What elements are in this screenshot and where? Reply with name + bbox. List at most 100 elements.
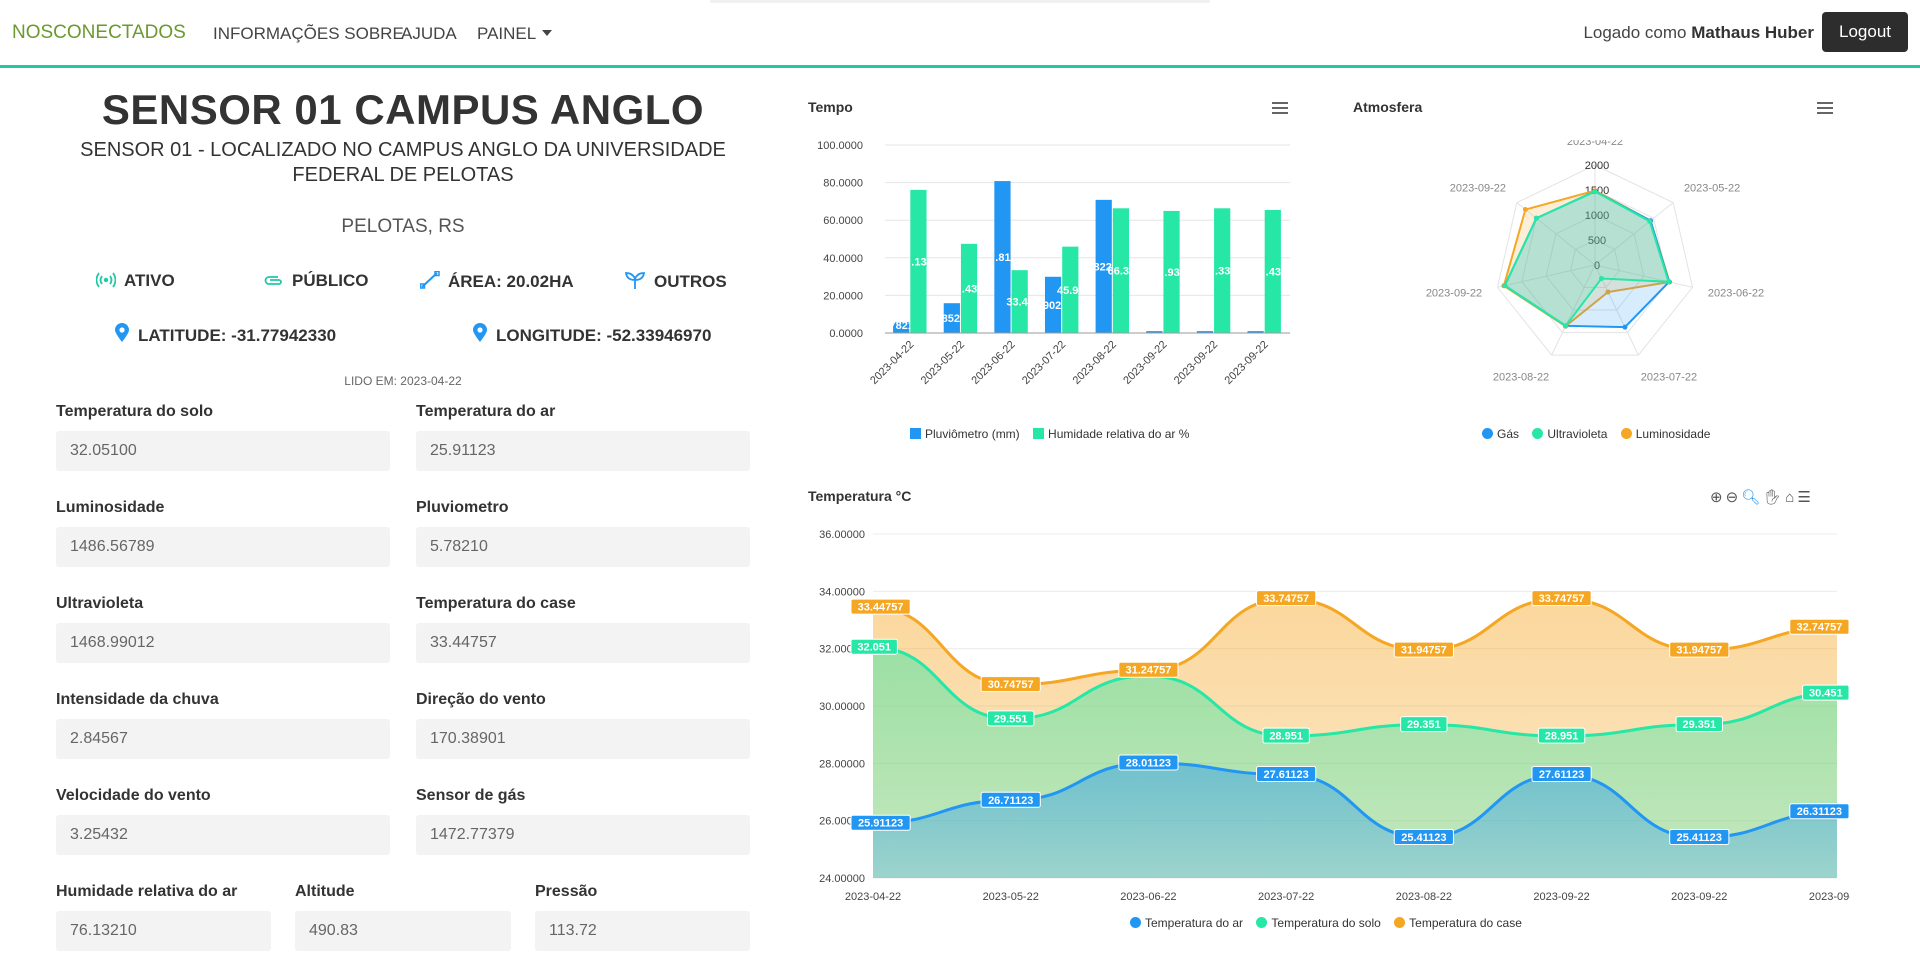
- home-reset-icon[interactable]: ⌂: [1785, 489, 1797, 506]
- radar-point[interactable]: [1533, 215, 1539, 221]
- nav-info-link[interactable]: INFORMAÇÕES SOBRE: [213, 24, 404, 44]
- data-label: 25.41123: [1401, 832, 1446, 844]
- field-label: Pluviometro: [416, 499, 509, 516]
- radar-point[interactable]: [1502, 283, 1508, 289]
- y-tick-label: 30.00000: [819, 701, 865, 713]
- data-label: 25.91123: [858, 818, 903, 830]
- field-value[interactable]: 1472.77379: [416, 815, 750, 855]
- pan-hand-icon[interactable]: ✋︎: [1763, 489, 1785, 506]
- field-rain-gauge: Pluviometro 5.78210: [416, 499, 750, 567]
- y-tick-label: 60.0000: [823, 215, 863, 227]
- field-label: Temperatura do ar: [416, 403, 556, 420]
- nav-help-link[interactable]: AJUDA: [401, 24, 457, 44]
- brand-link[interactable]: NOSCONECTADOS: [12, 22, 186, 44]
- x-tick-label: 2023-09-22: [1121, 339, 1169, 387]
- data-label: 27.61123: [1264, 769, 1309, 781]
- field-value[interactable]: 2.84567: [56, 719, 390, 759]
- tempo-chart-menu-icon[interactable]: [1272, 102, 1288, 114]
- field-value[interactable]: 76.13210: [56, 911, 271, 951]
- field-soil-temperature: Temperatura do solo 32.05100: [56, 403, 390, 471]
- y-tick-label: 80.0000: [823, 178, 863, 190]
- radar-axis-label: 2023-04-22: [1567, 140, 1623, 148]
- legend-label[interactable]: Temperatura do solo: [1271, 916, 1380, 930]
- x-tick-label: 2023-04-22: [868, 339, 916, 387]
- legend-label[interactable]: Pluviômetro (mm): [925, 427, 1020, 441]
- legend-label[interactable]: Gás: [1497, 427, 1519, 441]
- atmosfera-chart-title: Atmosfera: [1353, 99, 1423, 115]
- radar-tick-label: 2000: [1585, 160, 1609, 172]
- x-tick-label: 2023-06-22: [1120, 891, 1176, 903]
- legend-label[interactable]: Humidade relativa do ar %: [1048, 427, 1189, 441]
- field-wind-speed: Velocidade do vento 3.25432: [56, 787, 390, 855]
- legend-label[interactable]: Temperatura do ar: [1145, 916, 1243, 930]
- map-pin-icon: [114, 323, 130, 348]
- legend-label[interactable]: Temperatura do case: [1409, 916, 1522, 930]
- field-value[interactable]: 32.05100: [56, 431, 390, 471]
- data-label: 29.351: [1682, 719, 1716, 731]
- radar-point[interactable]: [1599, 276, 1605, 282]
- legend-label[interactable]: Luminosidade: [1636, 427, 1711, 441]
- sensor-city: PELOTAS, RS: [341, 216, 465, 237]
- field-wind-direction: Direção do vento 170.38901: [416, 691, 750, 759]
- zoom-in-icon[interactable]: ⊕: [1710, 489, 1726, 506]
- chart-menu-icon[interactable]: ☰: [1797, 489, 1813, 506]
- radar-axis-label: 2023-08-22: [1493, 372, 1549, 384]
- field-value[interactable]: 1486.56789: [56, 527, 390, 567]
- logout-button[interactable]: Logout: [1822, 12, 1908, 52]
- category-text: OUTROS: [654, 272, 727, 291]
- tempo-chart-title: Tempo: [808, 99, 853, 115]
- field-value[interactable]: 113.72: [535, 911, 750, 951]
- legend-swatch: [1256, 917, 1268, 928]
- data-label: 31.24757: [1125, 665, 1171, 677]
- tempo-bar-chart: 0.0000 20.0000 40.0000 60.0000 80.0000 100.00…: [817, 140, 1290, 387]
- zoom-out-icon[interactable]: ⊖: [1726, 489, 1742, 506]
- field-value[interactable]: 1468.99012: [56, 623, 390, 663]
- x-tick-label: 2023-08-22: [1396, 891, 1452, 903]
- field-value[interactable]: 5.78210: [416, 527, 750, 567]
- field-value[interactable]: 170.38901: [416, 719, 750, 759]
- data-label: 66.33: [1108, 266, 1136, 278]
- area-text: ÁREA: 20.02HA: [448, 272, 574, 291]
- field-value[interactable]: 25.91123: [416, 431, 750, 471]
- radar-point[interactable]: [1647, 218, 1653, 224]
- data-label: .81: [995, 252, 1010, 264]
- x-tick-label: 2023-04-22: [845, 891, 901, 903]
- data-label: 25.41123: [1677, 832, 1722, 844]
- map-pin-icon: [472, 323, 488, 348]
- field-label: Temperatura do case: [416, 595, 576, 612]
- x-tick-label: 2023-09-22: [1172, 339, 1220, 387]
- radar-axis-label: 2023-09-22: [1426, 288, 1482, 300]
- field-value[interactable]: 490.83: [295, 911, 511, 951]
- wifi-signal-icon: [95, 272, 117, 293]
- field-label: Direção do vento: [416, 691, 546, 708]
- x-tick-label: 2023-09-22: [1809, 891, 1850, 903]
- atmosfera-chart-menu-icon[interactable]: [1817, 102, 1833, 114]
- y-tick-label: 20.0000: [823, 290, 863, 302]
- data-label: .43: [1266, 266, 1281, 278]
- field-value[interactable]: 3.25432: [56, 815, 390, 855]
- field-label: Humidade relativa do ar: [56, 883, 238, 900]
- legend-swatch: [1130, 917, 1141, 928]
- radar-point[interactable]: [1666, 279, 1672, 285]
- field-label: Luminosidade: [56, 499, 165, 516]
- temperature-chart-title: Temperatura °C: [808, 488, 912, 504]
- field-relative-humidity: Humidade relativa do ar 76.13210: [56, 883, 271, 951]
- zoom-select-icon[interactable]: 🔍︎: [1741, 489, 1763, 506]
- radar-point[interactable]: [1563, 323, 1569, 329]
- data-label: 26.71123: [988, 795, 1033, 807]
- legend-swatch: [1620, 428, 1632, 439]
- data-label: 28.01123: [1126, 758, 1171, 770]
- radar-point[interactable]: [1522, 207, 1528, 213]
- area-badge: ÁREA: 20.02HA: [419, 270, 574, 294]
- field-value[interactable]: 33.44757: [416, 623, 750, 663]
- chart-toolbar: ⊕⊖🔍︎✋︎⌂☰: [1710, 488, 1814, 506]
- radar-point[interactable]: [1622, 324, 1628, 330]
- data-label: 26.31123: [1797, 806, 1842, 818]
- latitude-text: LATITUDE: -31.77942330: [138, 326, 337, 345]
- data-label: 29.551: [994, 713, 1028, 725]
- legend-label[interactable]: Ultravioleta: [1547, 427, 1607, 441]
- x-tick-label: 2023-05-22: [919, 339, 967, 387]
- nav-panel-dropdown[interactable]: PAINEL: [477, 24, 553, 44]
- visibility-text: PÚBLICO: [292, 271, 369, 290]
- radar-point[interactable]: [1592, 189, 1598, 195]
